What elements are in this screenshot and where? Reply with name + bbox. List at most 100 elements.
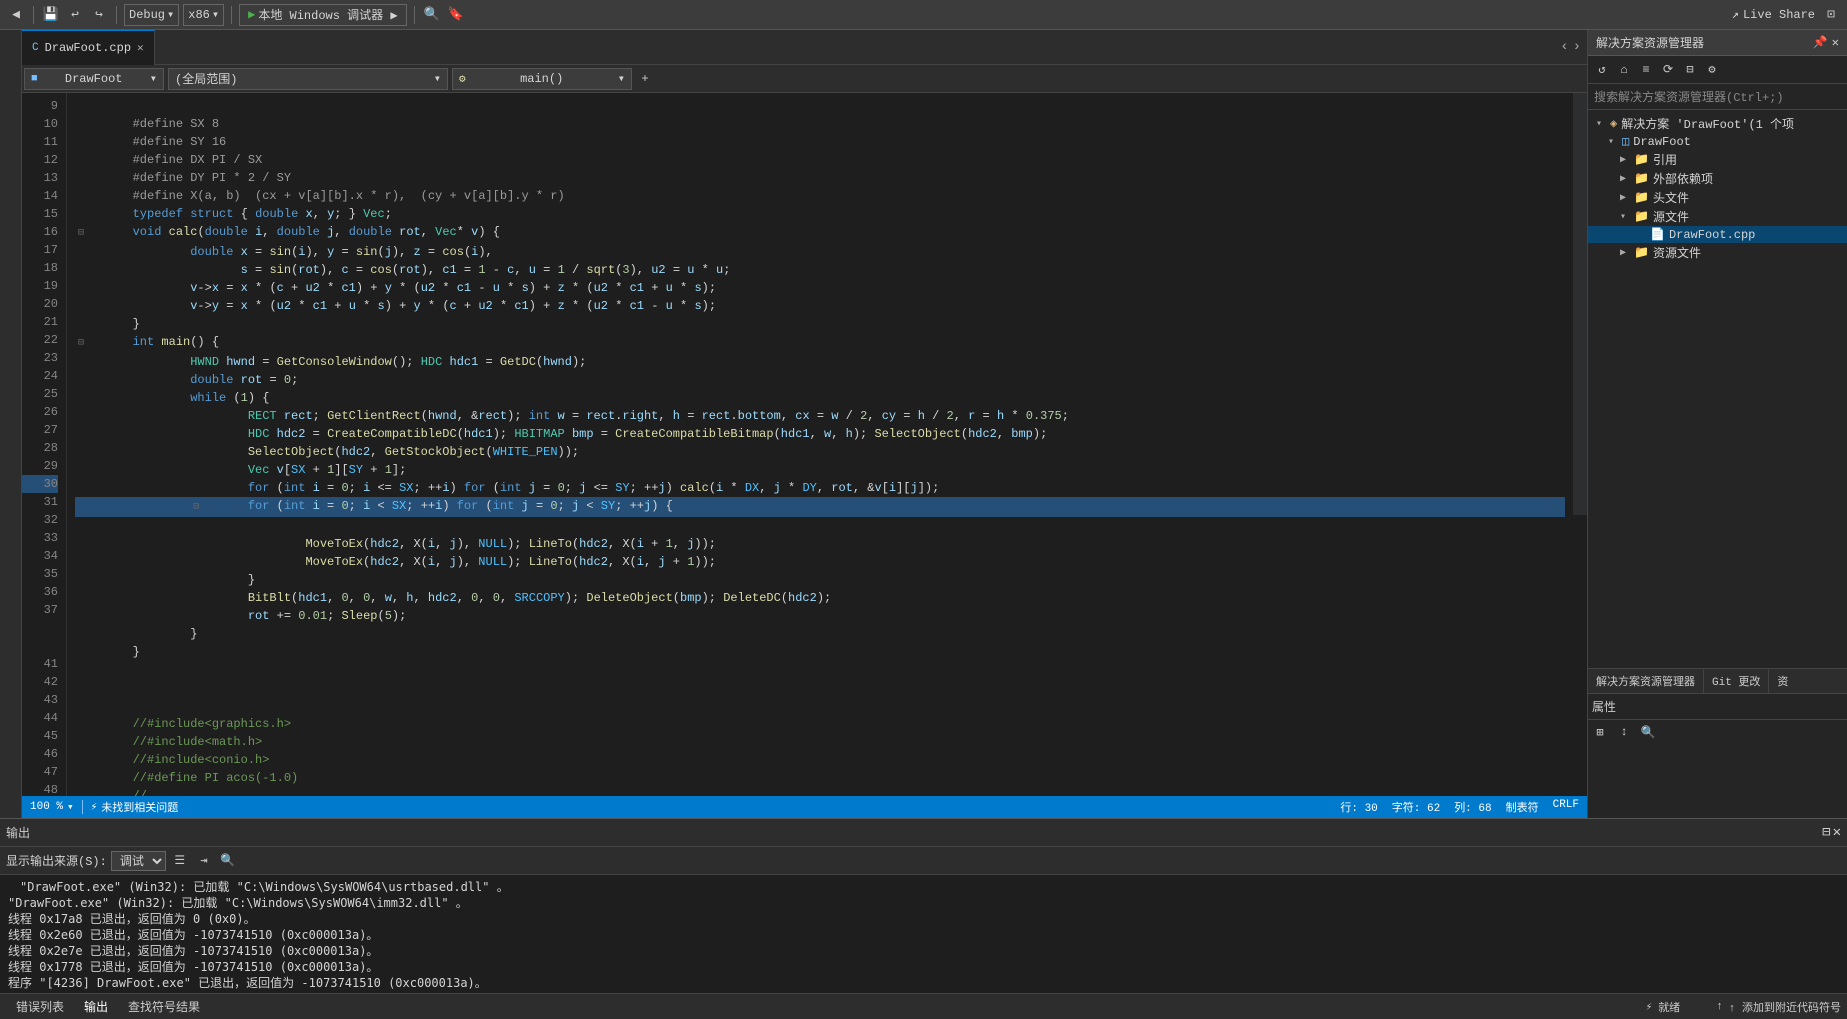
zoom-control[interactable]: 100 % ▾ bbox=[30, 800, 74, 814]
output-clear-btn[interactable]: ☰ bbox=[170, 851, 190, 871]
minimap-scrollbar[interactable] bbox=[1573, 93, 1587, 796]
error-list-tab[interactable]: 错误列表 bbox=[6, 995, 74, 1018]
function-scope-dropdown[interactable]: ⚙ main() ▾ bbox=[452, 68, 632, 90]
liveshare-button[interactable]: ↗ Live Share bbox=[1732, 7, 1815, 22]
output-line-3: 线程 0x17a8 已退出，返回值为 0 (0x0)。 bbox=[8, 911, 1839, 927]
external-deps-item[interactable]: ▶ 📁 外部依赖项 bbox=[1588, 169, 1847, 188]
headers-folder-icon: 📁 bbox=[1634, 190, 1649, 205]
res-folder-icon: 📁 bbox=[1634, 245, 1649, 260]
output-content[interactable]: "DrawFoot.exe" (Win32): 已加载 "C:\Windows\… bbox=[0, 875, 1847, 993]
bottom-right-controls: ⚡ 就绪 ↑ ↑ 添加到附近代码符号 bbox=[1646, 999, 1841, 1015]
prop-search-btn[interactable]: 🔍 bbox=[1638, 722, 1658, 742]
output-toolbar: 显示输出来源(S): 调试 ☰ ⇥ 🔍 bbox=[0, 847, 1847, 875]
sol-sync-btn[interactable]: ↺ bbox=[1592, 60, 1612, 80]
output-line-2: "DrawFoot.exe" (Win32): 已加载 "C:\Windows\… bbox=[8, 895, 1839, 911]
tab-close-button[interactable]: ✕ bbox=[137, 41, 144, 55]
solution-tab[interactable]: 解决方案资源管理器 bbox=[1588, 669, 1704, 693]
project-icon: ◫ bbox=[1622, 134, 1629, 149]
output-line-7: 程序 "[4236] DrawFoot.exe" 已退出，返回值为 -10737… bbox=[8, 975, 1839, 991]
output-line-4: 线程 0x2e60 已退出，返回值为 -1073741510 (0xc00001… bbox=[8, 927, 1839, 943]
sep3 bbox=[231, 6, 232, 24]
headers-item[interactable]: ▶ 📁 头文件 bbox=[1588, 188, 1847, 207]
sep2 bbox=[116, 6, 117, 24]
sep1 bbox=[33, 6, 34, 24]
nav-add-button[interactable]: + bbox=[634, 68, 656, 90]
editor-status-bar: 100 % ▾ ⚡ 未找到相关问题 行: 30 字符: 62 列: 68 制表符… bbox=[22, 796, 1587, 818]
output-close-btn[interactable]: ✕ bbox=[1833, 824, 1841, 841]
output-wrap-btn[interactable]: ⇥ bbox=[194, 851, 214, 871]
source-files-item[interactable]: ▾ 📁 源文件 bbox=[1588, 207, 1847, 226]
output-panel-controls: ⊟ ✕ bbox=[1822, 824, 1841, 841]
solution-icon: ◈ bbox=[1610, 116, 1617, 131]
cpp-icon: 📄 bbox=[1650, 227, 1665, 242]
sol-filter-btn[interactable]: ≡ bbox=[1636, 60, 1656, 80]
maximize-icon[interactable]: ⊡ bbox=[1821, 5, 1841, 25]
main-toolbar: ◀ 💾 ↩ ↪ Debug ▾ x86 ▾ ▶ 本地 Windows 调试器 ▶… bbox=[0, 0, 1847, 30]
code-editor[interactable]: 9 10 11 12 13 14 15 16 17 18 19 20 21 22… bbox=[22, 93, 1587, 796]
project-item[interactable]: ▾ ◫ DrawFoot bbox=[1588, 133, 1847, 150]
sol-collapse-btn[interactable]: ⊟ bbox=[1680, 60, 1700, 80]
expand-icon: ▾ bbox=[1592, 118, 1606, 130]
panel-header-buttons: 📌 ✕ bbox=[1813, 35, 1839, 50]
panel-pin-icon[interactable]: 📌 bbox=[1813, 35, 1828, 50]
properties-toolbar: ⊞ ↕ 🔍 bbox=[1588, 720, 1847, 744]
output-line-6: 线程 0x1778 已退出，返回值为 -1073741510 (0xc00001… bbox=[8, 959, 1839, 975]
run-button[interactable]: ▶ 本地 Windows 调试器 ▶ bbox=[239, 4, 406, 26]
solution-root-item[interactable]: ▾ ◈ 解决方案 'DrawFoot'(1 个项 bbox=[1588, 114, 1847, 133]
platform-dropdown[interactable]: x86 ▾ bbox=[183, 4, 224, 26]
issues-indicator[interactable]: ⚡ 未找到相关问题 bbox=[91, 799, 179, 815]
config-dropdown[interactable]: Debug ▾ bbox=[124, 4, 179, 26]
output-tabs-bar: 输出 ⊟ ✕ bbox=[0, 819, 1847, 847]
class-scope-dropdown[interactable]: ■ DrawFoot ▾ bbox=[24, 68, 164, 90]
output-panel: 输出 ⊟ ✕ 显示输出来源(S): 调试 ☰ ⇥ 🔍 "DrawFoot.exe… bbox=[0, 818, 1847, 993]
prop-sort-btn[interactable]: ↕ bbox=[1614, 722, 1634, 742]
panel-close-icon[interactable]: ✕ bbox=[1832, 35, 1839, 50]
resource-files-item[interactable]: ▶ 📁 资源文件 bbox=[1588, 243, 1847, 262]
output-line-5: 线程 0x2e7e 已退出，返回值为 -1073741510 (0xc00001… bbox=[8, 943, 1839, 959]
cpp-file-icon: C bbox=[32, 42, 39, 54]
scroll-thumb bbox=[1573, 93, 1587, 515]
undo-icon[interactable]: ↩ bbox=[65, 5, 85, 25]
output-title: 输出 bbox=[6, 824, 30, 841]
res-tab[interactable]: 资 bbox=[1769, 669, 1796, 693]
full-scope-dropdown[interactable]: (全局范围) ▾ bbox=[168, 68, 448, 90]
toolbar-right: ↗ Live Share ⊡ bbox=[1732, 5, 1841, 25]
back-icon[interactable]: ◀ bbox=[6, 5, 26, 25]
save-icon[interactable]: 💾 bbox=[41, 5, 61, 25]
find-results-tab[interactable]: 查找符号结果 bbox=[118, 995, 210, 1018]
output-float-btn[interactable]: ⊟ bbox=[1822, 824, 1830, 841]
right-panel-tabs: 解决方案资源管理器 Git 更改 资 bbox=[1588, 669, 1847, 694]
solution-explorer-header: 解决方案资源管理器 📌 ✕ bbox=[1588, 30, 1847, 56]
solution-tree: ▾ ◈ 解决方案 'DrawFoot'(1 个项 ▾ ◫ DrawFoot ▶ … bbox=[1588, 110, 1847, 668]
tab-scroll-right[interactable]: › bbox=[1573, 39, 1581, 55]
drawfoot-cpp-item[interactable]: 📄 DrawFoot.cpp bbox=[1588, 226, 1847, 243]
code-content[interactable]: #define SX 8 #define SY 16 #define DX PI… bbox=[67, 93, 1573, 796]
bottom-right-panels: 解决方案资源管理器 Git 更改 资 属性 ⊞ ↕ 🔍 bbox=[1588, 668, 1847, 818]
tab-drawfoot-cpp[interactable]: C DrawFoot.cpp ✕ bbox=[22, 30, 155, 65]
solution-search: 搜索解决方案资源管理器(Ctrl+;) bbox=[1588, 84, 1847, 110]
output-find-btn[interactable]: 🔍 bbox=[218, 851, 238, 871]
source-select-dropdown[interactable]: 调试 bbox=[111, 851, 166, 871]
prop-grid-btn[interactable]: ⊞ bbox=[1590, 722, 1610, 742]
git-tab[interactable]: Git 更改 bbox=[1704, 669, 1769, 693]
bookmark-icon[interactable]: 🔖 bbox=[446, 5, 466, 25]
references-item[interactable]: ▶ 📁 引用 bbox=[1588, 150, 1847, 169]
solution-explorer: 解决方案资源管理器 📌 ✕ ↺ ⌂ ≡ ⟳ ⊟ ⚙ 搜索解决方案资源管理器(Ct… bbox=[1588, 30, 1847, 668]
app-window: ◀ 💾 ↩ ↪ Debug ▾ x86 ▾ ▶ 本地 Windows 调试器 ▶… bbox=[0, 0, 1847, 1019]
sol-refresh-btn[interactable]: ⟳ bbox=[1658, 60, 1678, 80]
sep4 bbox=[414, 6, 415, 24]
tab-scroll-left[interactable]: ‹ bbox=[1560, 39, 1568, 55]
sol-home-btn[interactable]: ⌂ bbox=[1614, 60, 1634, 80]
editor-main: C DrawFoot.cpp ✕ ‹ › ■ DrawFoot ▾ ( bbox=[22, 30, 1587, 818]
output-tab[interactable]: 输出 bbox=[74, 995, 118, 1018]
folder-icon: 📁 bbox=[1634, 152, 1649, 167]
tab-controls: ‹ › bbox=[1560, 39, 1587, 55]
redo-icon[interactable]: ↪ bbox=[89, 5, 109, 25]
status-right: 行: 30 字符: 62 列: 68 制表符 CRLF bbox=[1340, 799, 1579, 815]
editor-right-container: C DrawFoot.cpp ✕ ‹ › ■ DrawFoot ▾ ( bbox=[0, 30, 1847, 818]
search-icon[interactable]: 🔍 bbox=[422, 5, 442, 25]
line-numbers: 9 10 11 12 13 14 15 16 17 18 19 20 21 22… bbox=[22, 93, 67, 796]
sol-settings-btn[interactable]: ⚙ bbox=[1702, 60, 1722, 80]
properties-label: 属性 bbox=[1588, 694, 1847, 720]
output-source-selector: 显示输出来源(S): 调试 bbox=[6, 851, 166, 871]
